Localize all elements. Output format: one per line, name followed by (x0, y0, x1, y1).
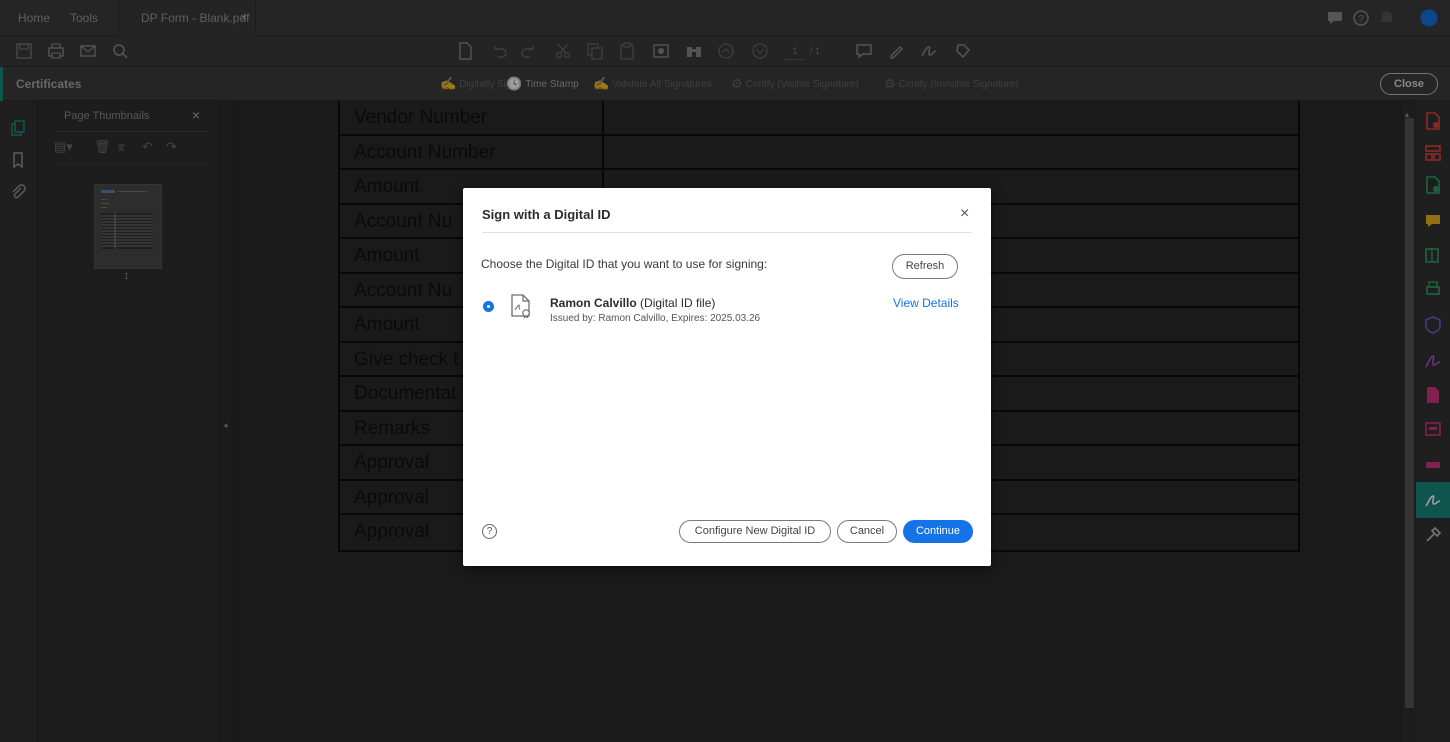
dialog-title: Sign with a Digital ID (482, 207, 611, 222)
certificate-file-icon (511, 294, 530, 319)
continue-button[interactable]: Continue (903, 520, 973, 543)
dialog-prompt: Choose the Digital ID that you want to u… (481, 257, 768, 271)
divider (482, 232, 972, 233)
help-icon[interactable]: ? (482, 524, 497, 539)
digital-id-type: (Digital ID file) (640, 296, 716, 310)
digital-id-issuer: Issued by: Ramon Calvillo, Expires: 2025… (550, 313, 761, 324)
refresh-button[interactable]: Refresh (892, 254, 958, 279)
digital-id-name[interactable]: Ramon Calvillo (Digital ID file) (550, 296, 715, 310)
configure-new-digital-id-button[interactable]: Configure New Digital ID (679, 520, 831, 543)
digital-id-holder: Ramon Calvillo (550, 296, 637, 310)
cancel-button[interactable]: Cancel (837, 520, 897, 543)
sign-digital-id-dialog: Sign with a Digital ID × Choose the Digi… (463, 188, 991, 566)
view-details-link[interactable]: View Details (893, 296, 959, 310)
close-icon[interactable]: × (960, 206, 969, 222)
radio-selected-dot (487, 305, 490, 308)
